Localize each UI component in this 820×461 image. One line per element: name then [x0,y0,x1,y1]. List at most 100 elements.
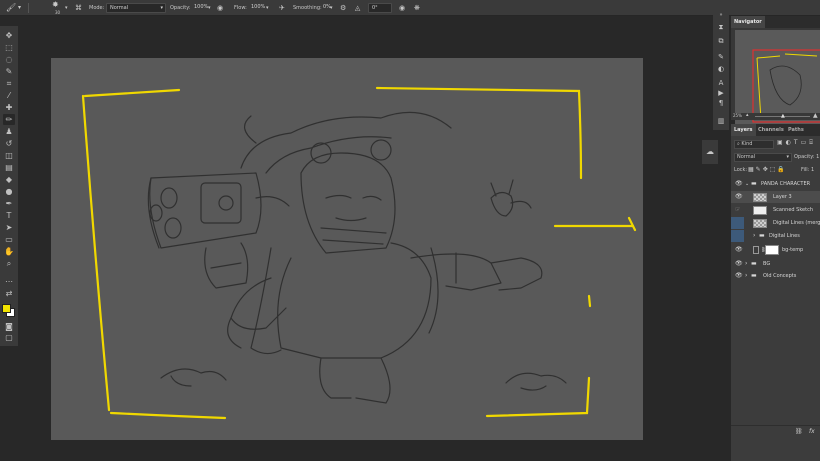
tab-channels[interactable]: Channels [755,124,787,136]
properties-icon[interactable]: ⧉ [716,36,726,46]
layer-row-group[interactable]: 👁 ⌄ ▬ PANDA CHARACTER [731,178,820,190]
gradient-icon[interactable]: ▤ [3,162,15,173]
navigator-thumbnail[interactable] [735,30,820,125]
eraser-icon[interactable]: ◫ [3,150,15,161]
tab-layers[interactable]: Layers [731,124,756,136]
stamp-icon[interactable]: ♟ [3,126,15,137]
rectangle-icon[interactable]: ▭ [3,234,15,245]
cloud-libraries-icon[interactable]: ☁ [705,147,715,157]
actions-play-icon[interactable]: ▶ [716,88,726,98]
chevron-right-icon[interactable]: › [753,230,755,242]
visibility-eye-icon[interactable]: 👁 [735,270,743,282]
lock-icons[interactable]: ▦✎✥⬚🔒 [748,166,787,173]
visibility-eye-icon[interactable]: 👁 [735,178,743,190]
edit-toolbar-icon[interactable]: ⇄ [3,288,15,299]
layer-row-group[interactable]: 👁 › ▬ Old Concepts [731,270,820,282]
paragraph-icon[interactable]: ¶ [716,98,726,108]
folder-icon: ▬ [751,180,757,187]
layer-row[interactable]: 👁 ⛓ bg-temp [731,244,820,257]
link-layers-icon[interactable]: ⛓ [795,428,803,435]
layer-opacity-label: Opacity: [794,154,815,160]
layers-tab-bar: Layers Channels Paths [731,124,820,136]
layer-row[interactable]: ☞ Scanned Sketch [731,204,820,216]
blur-icon[interactable]: ◆ [3,174,15,185]
zoom-slider-handle[interactable]: ▲ [781,113,785,119]
screen-mode-icon[interactable]: ▢ [3,332,15,343]
brush-icon[interactable]: ✏ [3,114,15,125]
layer-row-group[interactable]: 👁 › ▬ BG [731,258,820,270]
layer-opacity[interactable]: Opacity: 1 [794,154,819,160]
divider [28,3,29,13]
visibility-eye-icon[interactable]: 👁 [735,244,743,256]
marquee-icon[interactable]: ⬚ [3,42,15,53]
tab-paths[interactable]: Paths [785,124,807,136]
mode-select[interactable]: Normal ▾ [106,3,166,13]
smoothing-chevron-icon[interactable]: ▾ [330,0,333,16]
more-tools-icon[interactable]: ⋯ [3,276,15,287]
layers-panel: Layers Channels Paths ⌕ Kind ▣◐T▭⌸ Norma… [731,124,820,461]
zoom-icon[interactable]: ⌕ [3,258,15,269]
flow-label: Flow: [234,5,247,11]
layer-row-group[interactable]: › ▬ Digital Lines [731,230,820,242]
navigator-tab-bar: Navigator [731,16,820,28]
lasso-icon[interactable]: ◌ [3,54,15,65]
brush-preset-chevron-icon[interactable]: ▾ [65,0,68,16]
history-brush-icon[interactable]: ↺ [3,138,15,149]
zoom-in-icon[interactable]: ▲ [813,112,818,119]
brush-settings-icon[interactable]: ⌘ [75,0,82,16]
visibility-eye-hidden-icon[interactable]: ☞ [735,204,740,216]
lock-label: Lock: [734,167,748,173]
airbrush-icon[interactable]: ✈ [279,0,285,16]
symmetry-butterfly-icon[interactable]: ❋ [414,0,420,16]
pressure-opacity-icon[interactable]: ◉ [217,0,223,16]
collapse-chevron-icon[interactable]: » [716,10,726,20]
chevron-down-icon[interactable]: ⌄ [745,178,749,190]
foreground-color-swatch[interactable] [2,304,11,313]
dodge-icon[interactable]: ● [3,186,15,197]
layer-fill-label: Fill: [801,167,810,173]
filter-icons[interactable]: ▣◐T▭⌸ [777,139,816,147]
crop-icon[interactable]: ⌗ [3,78,15,89]
libraries-icon[interactable]: ▥ [716,116,726,126]
character-panel-icon[interactable]: A [716,78,726,88]
smoothing-field[interactable]: 0% [320,3,336,13]
hand-icon[interactable]: ✋ [3,246,15,257]
flow-field[interactable]: 100% [248,3,268,13]
visibility-eye-icon[interactable]: 👁 [735,258,743,270]
chevron-right-icon[interactable]: › [745,270,747,282]
brush-settings-panel-icon[interactable]: ✎ [716,52,726,62]
layer-filter-select[interactable]: ⌕ Kind [734,140,774,149]
navigator-zoom-value[interactable]: 25% [733,113,742,118]
quick-select-icon[interactable]: ✎ [3,66,15,77]
chevron-right-icon[interactable]: › [745,258,747,270]
eyedropper-icon[interactable]: ⁄ [3,90,15,101]
character-line-art [147,111,567,404]
opacity-chevron-icon[interactable]: ▾ [208,0,211,16]
path-select-icon[interactable]: ➤ [3,222,15,233]
flow-chevron-icon[interactable]: ▾ [266,0,269,16]
visibility-eye-icon[interactable]: 👁 [735,191,743,203]
quick-mask-icon[interactable]: ◙ [3,321,15,332]
layer-fill[interactable]: Fill: 1 [801,167,814,173]
healing-icon[interactable]: ✚ [3,102,15,113]
angle-field[interactable]: 0° [368,3,392,13]
brush-angle-icon[interactable]: ◬ [355,0,360,16]
pen-icon[interactable]: ✒ [3,198,15,209]
blend-mode-select[interactable]: Normal ▾ [734,153,792,162]
adjustments-icon[interactable]: ◐ [716,64,726,74]
move-icon[interactable]: ✥ [3,30,15,41]
type-icon[interactable]: T [3,210,15,221]
layer-row[interactable]: Digital Lines (merged) [731,217,820,229]
layer-name: bg-temp [782,247,804,253]
history-icon[interactable]: ⧗ [716,22,726,32]
fx-icon[interactable]: fx [809,428,815,435]
zoom-out-icon[interactable]: ▴ [746,112,749,118]
tool-preset-chevron-icon[interactable]: ▾ [18,0,21,16]
document-canvas[interactable] [51,58,643,440]
chevron-down-icon: ▾ [160,5,163,11]
brush-tool-icon[interactable]: 🖌 [6,0,16,16]
tab-navigator[interactable]: Navigator [731,16,765,28]
layer-row-selected[interactable]: 👁 Layer 3 [731,191,820,203]
smoothing-options-gear-icon[interactable]: ⚙ [340,0,346,16]
pressure-size-icon[interactable]: ◉ [399,0,405,16]
